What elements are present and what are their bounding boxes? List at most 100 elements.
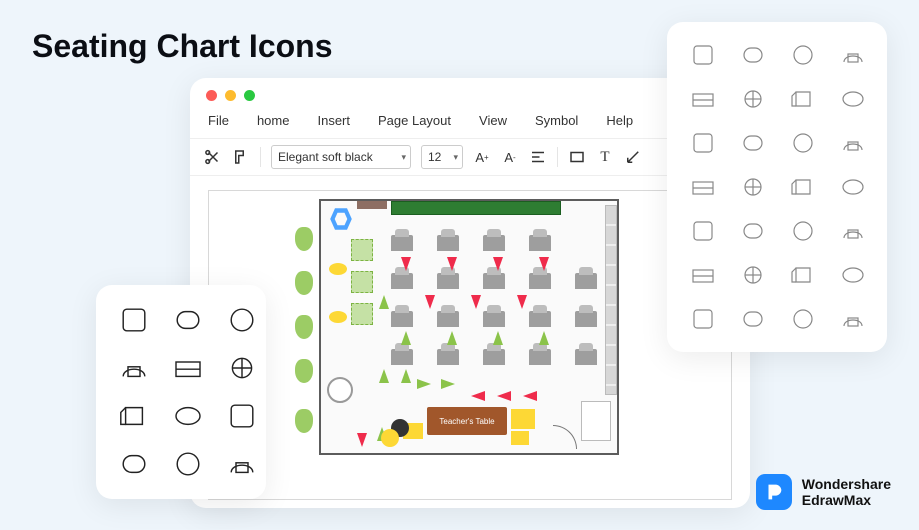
loveseat-icon[interactable] — [114, 351, 154, 385]
arrow-right-icon — [417, 379, 431, 389]
spiral-seat-icon[interactable] — [222, 351, 262, 385]
circle-seat-icon[interactable] — [222, 303, 262, 337]
decrease-font-icon[interactable]: A- — [501, 148, 519, 166]
arrow-up-icon — [447, 331, 457, 345]
app-window: File home Insert Page Layout View Symbol… — [190, 78, 750, 508]
shape-rect-icon[interactable] — [568, 148, 586, 166]
screen-icon[interactable] — [735, 128, 771, 158]
student-desk — [391, 349, 413, 365]
group-icon[interactable] — [785, 304, 821, 334]
increase-font-icon[interactable]: A+ — [473, 148, 491, 166]
double-table-icon[interactable] — [168, 447, 208, 481]
maximize-icon[interactable] — [244, 90, 255, 101]
arrow-up-icon — [379, 295, 389, 309]
table-icon[interactable] — [114, 447, 154, 481]
chair-back-icon[interactable] — [168, 351, 208, 385]
connector-icon[interactable] — [624, 148, 642, 166]
student-desk — [529, 311, 551, 327]
triangle-hang-icon[interactable] — [735, 172, 771, 202]
flower-icon[interactable] — [835, 304, 871, 334]
menu-help[interactable]: Help — [606, 113, 633, 128]
chair-open-icon[interactable] — [835, 40, 871, 70]
chalkboard — [391, 201, 561, 215]
arrow-up-icon — [379, 369, 389, 383]
lamp-icon[interactable] — [685, 172, 721, 202]
text-tool-icon[interactable]: T — [596, 148, 614, 166]
cup-icon[interactable] — [685, 304, 721, 334]
rect-icon[interactable] — [735, 260, 771, 290]
round-chair — [327, 377, 353, 403]
armchair-icon[interactable] — [685, 84, 721, 114]
menu-page-layout[interactable]: Page Layout — [378, 113, 451, 128]
brand-line1: Wondershare — [802, 476, 891, 492]
brand-logo-icon — [756, 474, 792, 510]
icon-palette-right — [667, 22, 887, 352]
tree-icon — [295, 271, 313, 295]
tree-icon — [295, 409, 313, 433]
pot-icon[interactable] — [785, 84, 821, 114]
wheel-icon[interactable] — [735, 216, 771, 246]
menu-insert[interactable]: Insert — [317, 113, 350, 128]
oval-seat — [329, 263, 347, 275]
font-size-select[interactable]: 12 — [421, 145, 463, 169]
brand: Wondershare EdrawMax — [756, 474, 891, 510]
dice-icon[interactable] — [685, 40, 721, 70]
rounded-icon[interactable] — [785, 260, 821, 290]
student-desk — [529, 273, 551, 289]
arch-icon[interactable] — [685, 128, 721, 158]
menu-symbol[interactable]: Symbol — [535, 113, 578, 128]
square-seat — [351, 271, 373, 293]
pendants-icon[interactable] — [785, 172, 821, 202]
menu-home[interactable]: home — [257, 113, 290, 128]
l-sofa-icon[interactable] — [222, 399, 262, 433]
box-icon[interactable] — [835, 84, 871, 114]
student-desk — [391, 311, 413, 327]
door-icon — [553, 425, 577, 449]
arrow-up-icon — [493, 331, 503, 345]
student-desk — [483, 273, 505, 289]
format-painter-icon[interactable] — [232, 148, 250, 166]
frame-icon[interactable] — [835, 128, 871, 158]
bench-icon[interactable] — [685, 260, 721, 290]
arrow-down-icon — [357, 433, 367, 447]
student-desk — [575, 273, 597, 289]
close-icon[interactable] — [206, 90, 217, 101]
student-desk — [575, 349, 597, 365]
arrow-up-icon — [401, 331, 411, 345]
font-select[interactable]: Elegant soft black — [271, 145, 411, 169]
student-desk — [437, 349, 459, 365]
paper-icon[interactable] — [735, 304, 771, 334]
round-table-icon[interactable] — [685, 216, 721, 246]
minimize-icon[interactable] — [225, 90, 236, 101]
panel-icon[interactable] — [785, 128, 821, 158]
arrow-up-icon — [401, 369, 411, 383]
arrow-down-icon — [493, 257, 503, 271]
small-seat-icon[interactable] — [168, 399, 208, 433]
canvas[interactable]: Teacher's Table — [208, 190, 732, 500]
arc-sofa-icon[interactable] — [114, 399, 154, 433]
square-icon[interactable] — [835, 260, 871, 290]
arrow-down-icon — [471, 295, 481, 309]
yellow-cabinet — [511, 431, 529, 445]
sofa-icon[interactable] — [114, 303, 154, 337]
align-icon[interactable] — [529, 148, 547, 166]
knob-icon[interactable] — [835, 216, 871, 246]
menu-file[interactable]: File — [208, 113, 229, 128]
armchair-top-icon[interactable] — [168, 303, 208, 337]
menu-view[interactable]: View — [479, 113, 507, 128]
cabinet-top — [357, 201, 387, 209]
dual-pendant-icon[interactable] — [835, 172, 871, 202]
fan-icon[interactable] — [785, 216, 821, 246]
font-select-value: Elegant soft black — [278, 150, 373, 164]
armchair-2-icon[interactable] — [735, 84, 771, 114]
brand-line2: EdrawMax — [802, 492, 891, 508]
chair-square-icon[interactable] — [735, 40, 771, 70]
arrow-left-icon — [471, 391, 485, 401]
student-desk — [529, 349, 551, 365]
font-size-value: 12 — [428, 150, 441, 164]
separator — [260, 147, 261, 167]
side-table-icon[interactable] — [222, 447, 262, 481]
cut-icon[interactable] — [204, 148, 222, 166]
chair-round-top-icon[interactable] — [785, 40, 821, 70]
arrow-up-icon — [539, 331, 549, 345]
